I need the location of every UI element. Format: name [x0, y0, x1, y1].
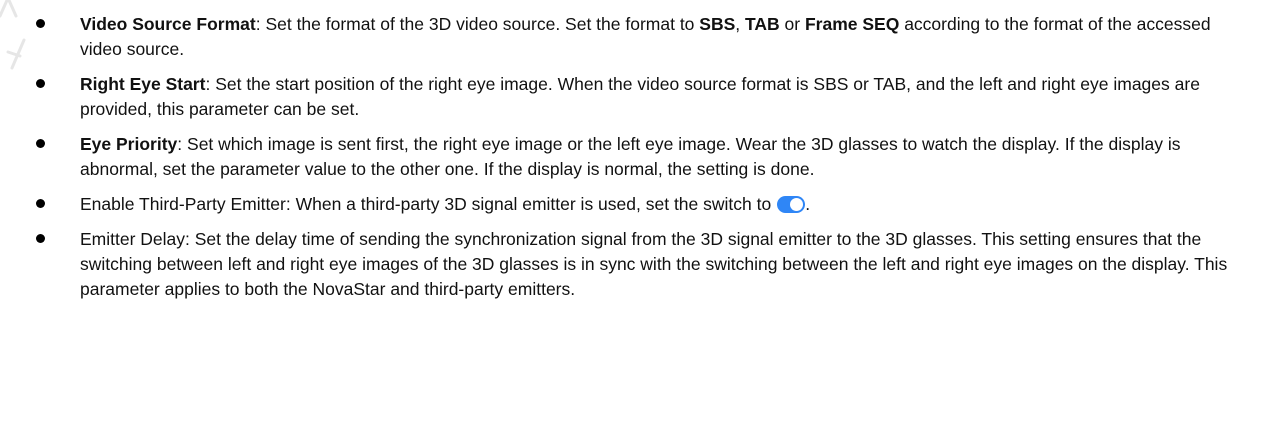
bullet-icon	[36, 199, 45, 208]
parameter-list: Video Source Format: Set the format of t…	[0, 12, 1269, 312]
punctuation: ,	[735, 14, 745, 34]
description-text: Set the start position of the right eye …	[80, 74, 1200, 119]
term-eye-priority: Eye Priority	[80, 134, 178, 154]
description-text: Set which image is sent first, the right…	[80, 134, 1181, 179]
list-item-eye-priority: Eye Priority: Set which image is sent fi…	[0, 132, 1269, 182]
bullet-icon	[36, 234, 45, 243]
bullet-icon	[36, 79, 45, 88]
description-text: Set the format of the 3D video source. S…	[265, 14, 700, 34]
list-item-right-eye-start: Right Eye Start: Set the start position …	[0, 72, 1269, 122]
option-sbs: SBS	[699, 14, 736, 34]
description-text: Enable Third-Party Emitter: When a third…	[80, 194, 772, 214]
toggle-knob	[790, 198, 804, 211]
term-right-eye-start: Right Eye Start	[80, 74, 206, 94]
conjunction: or	[779, 14, 805, 34]
term-separator: :	[177, 134, 188, 154]
term-separator: :	[205, 74, 216, 94]
toggle-switch-on-icon	[777, 196, 806, 213]
term-separator: :	[255, 14, 266, 34]
list-item-enable-third-party-emitter: Enable Third-Party Emitter: When a third…	[0, 192, 1269, 217]
option-tab: TAB	[745, 14, 780, 34]
list-item-video-source-format: Video Source Format: Set the format of t…	[0, 12, 1269, 62]
punctuation: .	[805, 194, 811, 214]
list-item-emitter-delay: Emitter Delay: Set the delay time of sen…	[0, 227, 1269, 302]
bullet-icon	[36, 139, 45, 148]
option-frame-seq: Frame SEQ	[804, 14, 900, 34]
bullet-icon	[36, 19, 45, 28]
description-text: Emitter Delay: Set the delay time of sen…	[80, 229, 1228, 299]
term-video-source-format: Video Source Format	[80, 14, 256, 34]
